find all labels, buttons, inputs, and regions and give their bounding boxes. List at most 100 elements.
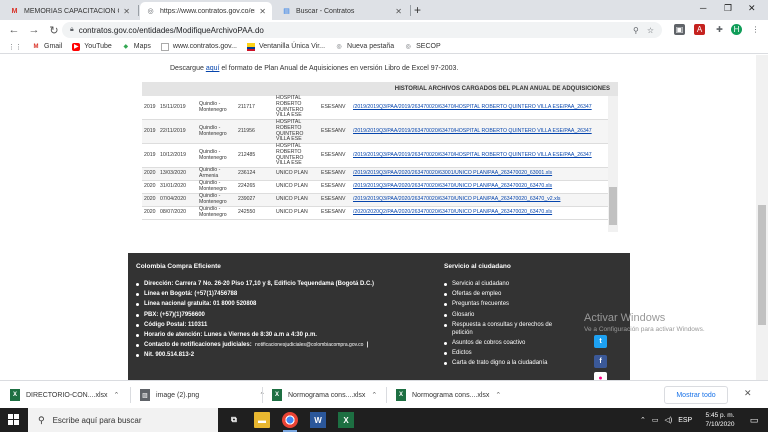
close-window-icon[interactable]: ✕	[748, 3, 756, 14]
file-link[interactable]: /2019/2019Q3/PAA/2020/263470020/63001/UN…	[353, 170, 552, 177]
tab-buscar-contratos[interactable]: ▤ Buscar - Contratos ✕	[276, 2, 408, 20]
minimize-icon[interactable]: ─	[700, 3, 706, 13]
cell-code: 242550	[238, 209, 256, 216]
cell-code: 236124	[238, 170, 256, 177]
bookmark-contratos[interactable]: www.contratos.gov...	[160, 42, 237, 51]
cell-year: 2019	[144, 103, 156, 110]
taskbar-search-input[interactable]: ⚲ Escribe aquí para buscar	[28, 408, 218, 432]
download-item[interactable]: X Normograma cons....xlsx ⌃	[396, 387, 501, 403]
page-scroll-thumb[interactable]	[758, 205, 766, 325]
back-icon[interactable]: ←	[8, 24, 20, 36]
service-link[interactable]: Ofertas de empleo	[444, 289, 572, 299]
file-link[interactable]: /2019/2019Q3/PAA/2019/263470020/63470/HO…	[353, 128, 592, 135]
cell-date: 10/12/2019	[160, 151, 186, 158]
facebook-icon[interactable]: f	[594, 355, 607, 368]
footer-postal-code: Código Postal: 110311	[136, 320, 374, 330]
close-icon[interactable]: ✕	[123, 7, 130, 16]
cell-location: Quindío - Montenegro	[199, 206, 227, 218]
bookmark-label: www.contratos.gov...	[172, 43, 237, 50]
activate-windows-subtitle: Ve a Configuración para activar Windows.	[584, 326, 705, 333]
flickr-icon[interactable]: ●	[594, 372, 607, 380]
chevron-up-icon[interactable]: ⌃	[640, 416, 646, 424]
chevron-up-icon[interactable]: ⌃	[114, 391, 120, 399]
service-link[interactable]: Asuntos de cobros coactivo	[444, 338, 572, 348]
cell-file: /2019/2019Q3/PAA/2019/263470020/63470/HO…	[353, 96, 608, 119]
star-icon[interactable]: ☆	[647, 26, 654, 35]
network-icon[interactable]: ▭	[652, 416, 659, 424]
address-bar[interactable]: 🔒︎ contratos.gov.co/entidades/ModifiqueA…	[62, 22, 662, 38]
chevron-up-icon[interactable]: ⌃	[371, 391, 377, 399]
download-item[interactable]: X DIRECTORIO-CON....xlsx ⌃	[10, 387, 119, 403]
footer-pbx: PBX: (+57)(1)7956600	[136, 310, 374, 320]
tab-memorias[interactable]: M MEMORIAS CAPACITACIÓN CON ✕	[4, 2, 136, 20]
bookmark-gmail[interactable]: M Gmail	[32, 43, 63, 51]
twitter-icon[interactable]: t	[594, 335, 607, 348]
new-tab-button[interactable]: +	[414, 3, 421, 17]
bookmark-maps[interactable]: ◆ Maps	[122, 43, 150, 51]
service-link[interactable]: Glosario	[444, 310, 572, 320]
file-link[interactable]: /2019/2019Q3/PAA/2020/263470020/63470/UN…	[353, 196, 560, 203]
url-text: contratos.gov.co/entidades/ModifiqueArch…	[78, 25, 264, 35]
table-scroll-thumb[interactable]	[609, 187, 617, 225]
bookmark-secop[interactable]: ◎ SECOP	[404, 43, 441, 51]
reload-icon[interactable]: ↻	[48, 24, 60, 37]
service-link[interactable]: Edictos	[444, 348, 572, 358]
cell-file: /2020/2020Q2/PAA/2020/263470020/63470/UN…	[353, 207, 608, 219]
chrome-icon[interactable]	[282, 412, 298, 432]
footer-service-links: Servicio al ciudadano Ofertas de empleo …	[444, 279, 572, 368]
cell-year: 2020	[144, 170, 156, 177]
apps-icon[interactable]: ⋮⋮	[8, 43, 22, 51]
file-link[interactable]: /2020/2020Q2/PAA/2020/263470020/63470/UN…	[353, 209, 552, 216]
volume-icon[interactable]: ◁)	[665, 416, 673, 424]
forward-icon[interactable]: →	[28, 24, 40, 36]
word-icon[interactable]: W	[310, 412, 326, 428]
puzzle-icon[interactable]: ✚	[714, 24, 725, 35]
close-icon[interactable]: ✕	[744, 388, 752, 399]
file-link[interactable]: /2019/2019Q3/PAA/2019/263470020/63470/HO…	[353, 152, 592, 159]
extension-icon[interactable]: ▣	[674, 24, 685, 35]
close-icon[interactable]: ✕	[259, 7, 266, 16]
file-link[interactable]: /2019/2019Q3/PAA/2019/263470020/63470/HO…	[353, 104, 592, 111]
clock-time: 5:45 p. m.	[705, 412, 735, 419]
task-view-icon[interactable]: ⧉	[226, 412, 242, 428]
excel-icon[interactable]: X	[338, 412, 354, 428]
activate-windows-title: Activar Windows	[584, 312, 666, 324]
service-link[interactable]: Servicio al ciudadano	[444, 279, 572, 289]
chevron-up-icon[interactable]: ⌃	[495, 391, 501, 399]
pdf-extension-icon[interactable]: A	[694, 24, 705, 35]
file-explorer-icon[interactable]: ▬	[254, 412, 270, 428]
service-link[interactable]: Preguntas frecuentes	[444, 299, 572, 309]
search-icon: ⚲	[38, 414, 45, 425]
restore-icon[interactable]: ❐	[724, 3, 732, 14]
language-indicator[interactable]: ESP	[678, 417, 692, 424]
globe-icon: ◎	[405, 44, 411, 50]
notifications-icon[interactable]: ▭	[746, 412, 762, 428]
download-link[interactable]: aquí	[206, 65, 220, 72]
bookmark-nueva-pestana[interactable]: ◎ Nueva pestaña	[335, 43, 394, 51]
download-item[interactable]: ▨image (2).png⌃	[140, 387, 265, 403]
cell-date: 13/03/2020	[160, 170, 186, 177]
windows-taskbar: ⚲ Escribe aquí para buscar ⧉ ▬ W X ⌃ ▭ ◁…	[0, 408, 768, 432]
notif-email-link[interactable]: notificacionesjudiciales@colombiacompra.…	[255, 342, 363, 348]
taskbar-clock[interactable]: 5:45 p. m. 7/10/2020	[698, 411, 742, 429]
show-all-downloads-button[interactable]: Mostrar todo	[664, 386, 728, 404]
flag-icon	[247, 42, 255, 51]
cell-file: /2019/2019Q3/PAA/2020/263470020/63001/UN…	[353, 168, 608, 180]
tab-title: Buscar - Contratos	[296, 7, 355, 15]
tab-contratos-active[interactable]: ◎ https://www.contratos.gov.co/en ✕	[140, 2, 272, 20]
menu-icon[interactable]: ⋮	[750, 24, 761, 35]
excel-file-icon: X	[396, 389, 406, 401]
windows-start-icon[interactable]	[8, 414, 20, 426]
avatar[interactable]: H	[731, 24, 742, 35]
bookmark-ventanilla[interactable]: Ventanilla Única Vir...	[247, 42, 325, 51]
service-link[interactable]: Carta de trato digno a la ciudadanía	[444, 358, 572, 368]
close-icon[interactable]: ✕	[395, 7, 402, 16]
footer-service-title: Servicio al ciudadano	[444, 263, 511, 270]
cell-user: ESESANV	[321, 196, 346, 203]
service-link[interactable]: Respuesta a consultas y derechos de peti…	[444, 320, 572, 338]
search-icon[interactable]: ⚲	[633, 26, 639, 35]
download-item[interactable]: X Normograma cons....xlsx ⌃	[272, 387, 377, 403]
bookmark-youtube[interactable]: ▶ YouTube	[72, 42, 112, 51]
file-link[interactable]: /2019/2019Q3/PAA/2020/263470020/63470/UN…	[353, 183, 552, 190]
download-instructions: Descargue aquí el formato de Plan Anual …	[170, 65, 458, 72]
